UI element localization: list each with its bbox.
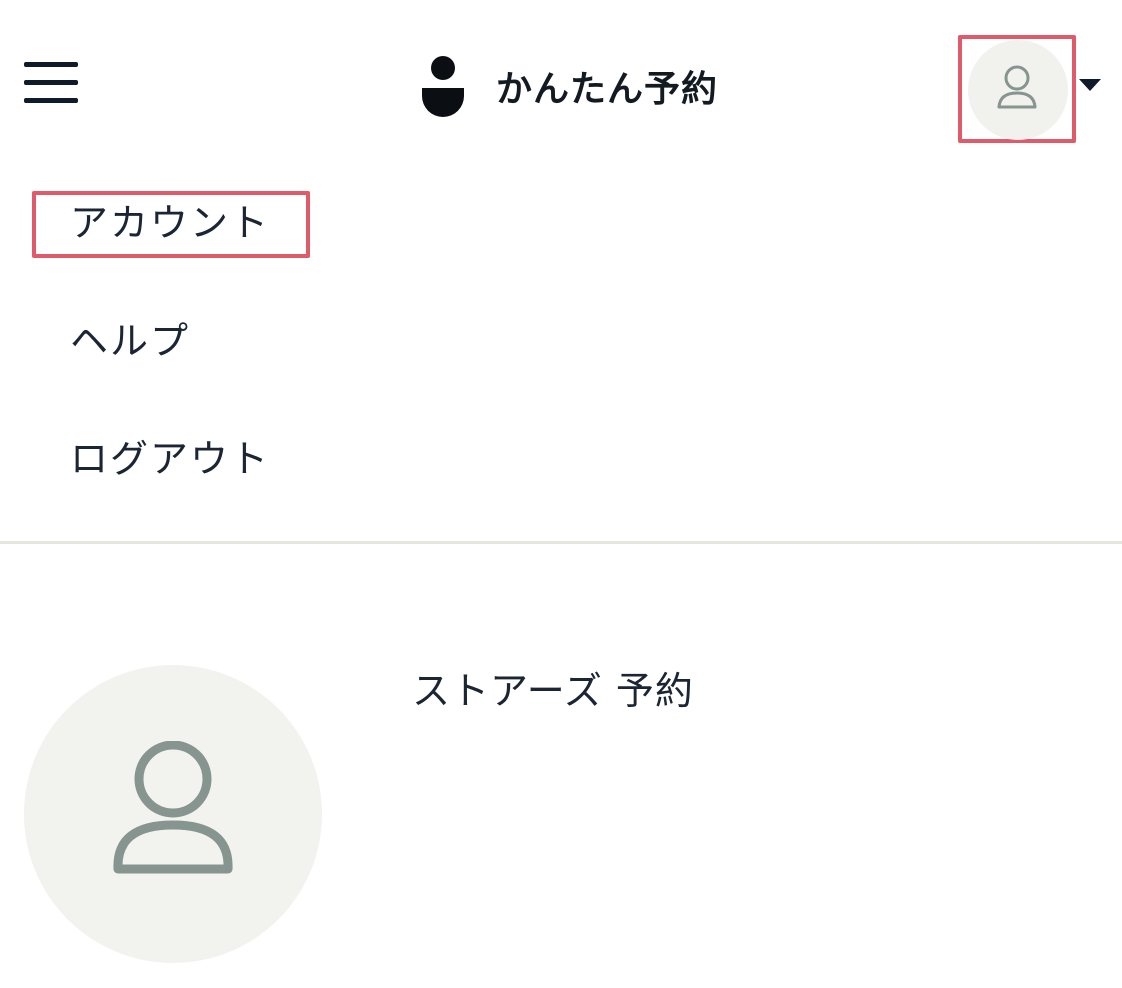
page: かんたん予約 アカウント ヘルプ ログアウト ストアーズ 予約 bbox=[0, 0, 1122, 988]
user-icon bbox=[113, 741, 233, 874]
profile-avatar bbox=[24, 665, 322, 963]
user-icon bbox=[997, 65, 1037, 109]
caret-down-icon[interactable] bbox=[1079, 79, 1101, 91]
person-logo-icon bbox=[422, 56, 464, 117]
account-menu-button[interactable] bbox=[958, 35, 1076, 143]
store-name: ストアーズ 予約 bbox=[412, 669, 694, 713]
brand-name: かんたん予約 bbox=[496, 69, 719, 110]
divider bbox=[0, 541, 1122, 544]
hamburger-bar bbox=[24, 80, 78, 85]
menu-item-account[interactable]: アカウント bbox=[70, 204, 270, 242]
brand[interactable]: かんたん予約 bbox=[420, 54, 718, 118]
hamburger-menu-button[interactable] bbox=[24, 62, 78, 104]
menu-item-logout[interactable]: ログアウト bbox=[70, 440, 270, 478]
hamburger-bar bbox=[24, 98, 78, 103]
hamburger-bar bbox=[24, 62, 78, 67]
menu-item-help[interactable]: ヘルプ bbox=[70, 322, 190, 360]
